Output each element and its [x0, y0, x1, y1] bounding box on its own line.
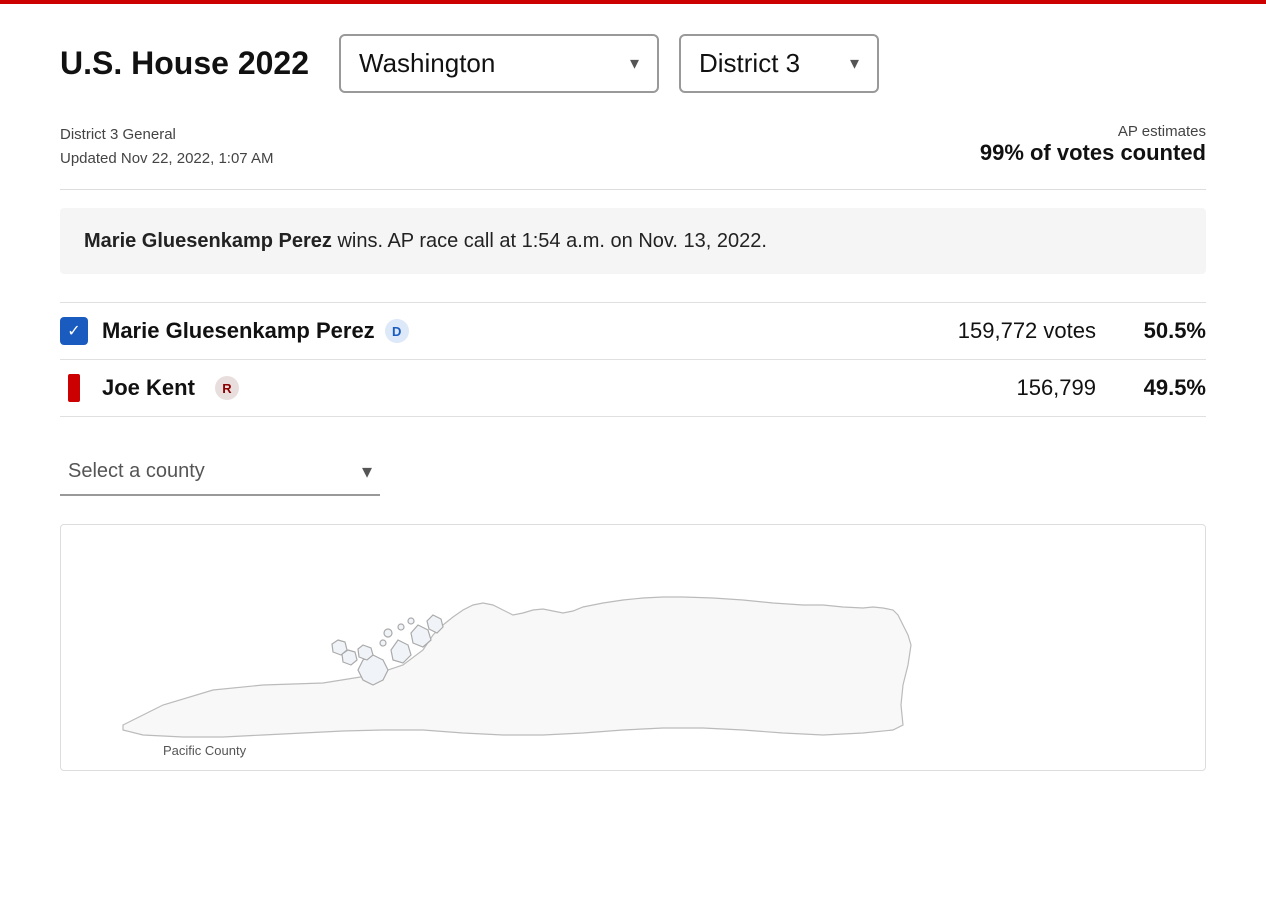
district-dropdown-chevron: ▾	[850, 53, 859, 74]
loser-indicator	[60, 374, 88, 402]
meta-right: AP estimates 99% of votes counted	[980, 123, 1206, 166]
svg-text:Pacific County: Pacific County	[163, 743, 247, 758]
race-call-winner: Marie Gluesenkamp Perez	[84, 230, 332, 252]
candidates-section: ✓ Marie Gluesenkamp Perez D 159,772 vote…	[60, 302, 1206, 417]
district-dropdown[interactable]: District 3 ▾	[679, 34, 879, 93]
race-call-banner: Marie Gluesenkamp Perez wins. AP race ca…	[60, 208, 1206, 274]
candidate-votes-winner: 159,772 votes	[958, 318, 1096, 344]
state-dropdown[interactable]: Washington ▾	[339, 34, 659, 93]
candidate-stats-winner: 159,772 votes 50.5%	[958, 318, 1206, 344]
ap-estimates-label: AP estimates	[980, 123, 1206, 140]
meta-row: District 3 General Updated Nov 22, 2022,…	[60, 123, 1206, 190]
page-container: U.S. House 2022 Washington ▾ District 3 …	[0, 4, 1266, 811]
candidate-votes-loser: 156,799	[1016, 375, 1096, 401]
race-call-text: wins. AP race call at 1:54 a.m. on Nov. …	[332, 230, 767, 252]
candidate-pct-loser: 49.5%	[1136, 375, 1206, 401]
votes-counted: 99% of votes counted	[980, 140, 1206, 166]
updated-time: Updated Nov 22, 2022, 1:07 AM	[60, 147, 273, 171]
checkmark-icon: ✓	[60, 317, 88, 345]
county-dropdown[interactable]: Select a county ▾	[60, 449, 380, 496]
state-dropdown-chevron: ▾	[630, 53, 639, 74]
district-dropdown-value: District 3	[699, 48, 800, 79]
candidate-name-winner: Marie Gluesenkamp Perez	[102, 318, 375, 344]
party-badge-r: R	[215, 376, 239, 400]
state-dropdown-value: Washington	[359, 48, 495, 79]
county-placeholder: Select a county	[68, 460, 205, 483]
washington-map-svg: Pacific County	[61, 545, 1205, 765]
meta-left: District 3 General Updated Nov 22, 2022,…	[60, 123, 273, 171]
page-title: U.S. House 2022	[60, 45, 309, 82]
header-row: U.S. House 2022 Washington ▾ District 3 …	[60, 34, 1206, 93]
map-svg-container: Pacific County	[61, 525, 1205, 770]
county-chevron-icon: ▾	[362, 459, 372, 484]
candidate-pct-winner: 50.5%	[1136, 318, 1206, 344]
county-section: Select a county ▾	[60, 449, 1206, 496]
race-title: District 3 General	[60, 123, 273, 147]
winner-indicator: ✓	[60, 317, 88, 345]
map-section: Pacific County	[60, 524, 1206, 771]
candidate-row-loser: Joe Kent R 156,799 49.5%	[60, 360, 1206, 417]
red-bar-icon	[68, 374, 80, 402]
candidate-name-loser: Joe Kent	[102, 375, 195, 401]
candidate-stats-loser: 156,799 49.5%	[1016, 375, 1206, 401]
candidate-row-winner: ✓ Marie Gluesenkamp Perez D 159,772 vote…	[60, 302, 1206, 360]
party-badge-d: D	[385, 319, 409, 343]
